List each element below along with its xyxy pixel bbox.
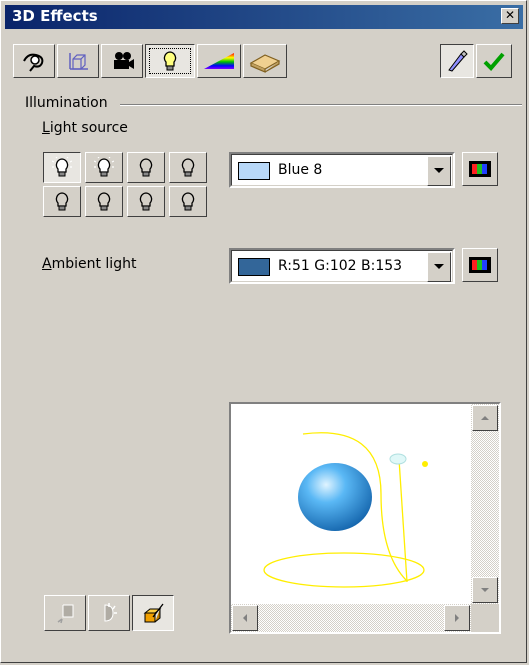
light-color-dialog-button[interactable]: [462, 152, 498, 186]
light-bulb-off-icon: [139, 157, 153, 176]
scroll-left-button[interactable]: [232, 605, 258, 631]
window-title: 3D Effects: [12, 7, 98, 25]
sphere-preview-graphic: [263, 432, 428, 588]
light-source-button-1[interactable]: [43, 152, 81, 183]
light-source-label: Light source: [42, 120, 128, 136]
color-palette-icon: [469, 257, 491, 273]
ambient-color-dialog-button[interactable]: [462, 248, 498, 282]
camera-icon: [114, 52, 134, 69]
light-source-mnemonic: L: [42, 120, 50, 136]
chevron-down-icon: [434, 168, 444, 173]
shading-icon: [69, 53, 88, 70]
light-source-label-text: ight source: [49, 120, 128, 136]
chevron-down-icon: [434, 264, 444, 269]
convert-to-3d-button[interactable]: [44, 595, 86, 631]
camera-button[interactable]: [101, 44, 143, 78]
light-bulb-off-icon: [55, 191, 69, 210]
light-source-button-6[interactable]: [85, 186, 123, 217]
light-source-button-2[interactable]: [85, 152, 123, 183]
light-bulb-on-icon: [94, 156, 114, 176]
textures-icon: [204, 53, 234, 69]
arrow-down-icon: [481, 588, 489, 592]
geometry-icon: [23, 53, 44, 72]
perspective-on-off-icon: [143, 603, 164, 623]
sphere: [298, 463, 372, 531]
close-button[interactable]: ✕: [501, 8, 519, 24]
light-bulb-off-icon: [139, 191, 153, 210]
convert-to-rotation-object-icon: [104, 603, 117, 622]
color-palette-icon: [469, 161, 491, 177]
scrollbar-corner: [471, 604, 499, 632]
light-source-button-7[interactable]: [127, 186, 165, 217]
light-source-button-8[interactable]: [169, 186, 207, 217]
arrow-left-icon: [243, 614, 247, 622]
geometry-button[interactable]: [13, 44, 55, 78]
shading-button[interactable]: [57, 44, 99, 78]
light-bulb-on-icon: [52, 156, 72, 176]
convert-to-3d-icon: [57, 604, 74, 624]
light-orbit-ellipse: [263, 552, 425, 588]
light-color-value: Blue 8: [278, 162, 323, 178]
convert-to-rotation-object-button[interactable]: [88, 595, 130, 631]
illumination-button[interactable]: [145, 44, 195, 78]
light-bulb-off-icon: [181, 157, 195, 176]
textures-button[interactable]: [197, 44, 241, 78]
arrow-right-icon: [455, 614, 459, 622]
scroll-right-button[interactable]: [444, 605, 470, 631]
update-view-icon: [448, 50, 468, 72]
scroll-down-button[interactable]: [472, 577, 498, 603]
light-source-button-3[interactable]: [127, 152, 165, 183]
perspective-button[interactable]: [132, 595, 174, 631]
arrow-up-icon: [481, 416, 489, 420]
update-view-button[interactable]: [440, 44, 474, 78]
ambient-color-swatch: [238, 258, 270, 276]
light-point: [422, 461, 428, 467]
material-icon: [249, 54, 281, 73]
group-separator: [120, 104, 522, 106]
close-icon: ✕: [504, 8, 516, 22]
ambient-light-color-select[interactable]: R:51 G:102 B:153: [229, 248, 455, 284]
ambient-light-mnemonic: A: [42, 256, 52, 272]
scroll-up-button[interactable]: [472, 405, 498, 431]
material-button[interactable]: [243, 44, 287, 78]
ambient-color-value: R:51 G:102 B:153: [278, 258, 403, 274]
assign-checkmark-icon: [483, 52, 505, 71]
illumination-group-label: Illumination: [25, 95, 114, 111]
light-bulb-off-icon: [181, 191, 195, 210]
light-bulb-off-icon: [97, 191, 111, 210]
light-color-swatch: [238, 162, 270, 180]
focus-rect: [149, 48, 191, 74]
light-source-button-5[interactable]: [43, 186, 81, 217]
dropdown-button[interactable]: [427, 252, 451, 282]
ambient-light-label-text: mbient light: [51, 256, 137, 272]
title-bar[interactable]: 3D Effects ✕: [5, 5, 523, 29]
light-source-color-select[interactable]: Blue 8: [229, 152, 455, 188]
assign-button[interactable]: [476, 44, 512, 78]
light-source-marker[interactable]: [389, 453, 407, 465]
dropdown-button[interactable]: [427, 156, 451, 186]
ambient-light-label: Ambient light: [42, 256, 136, 272]
vertical-scrollbar[interactable]: [471, 404, 499, 604]
3d-preview[interactable]: [229, 402, 501, 634]
light-source-button-4[interactable]: [169, 152, 207, 183]
horizontal-scrollbar[interactable]: [231, 604, 471, 632]
